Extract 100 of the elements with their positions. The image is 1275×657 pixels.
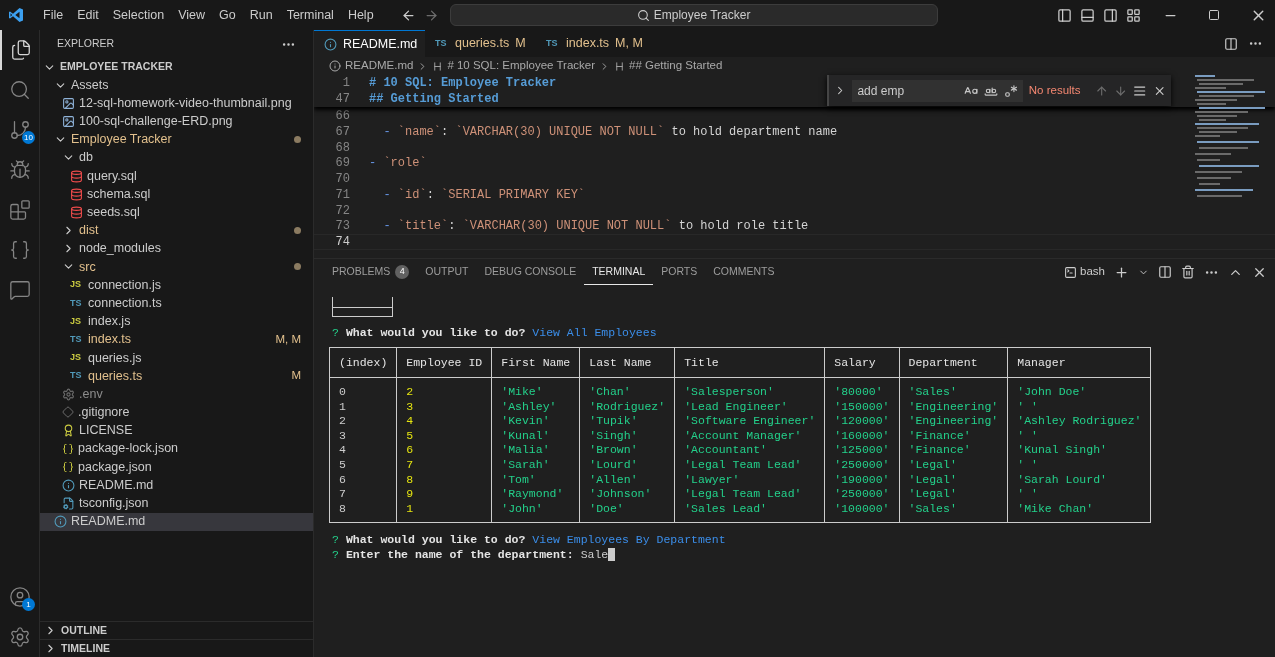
panel-tab[interactable]: COMMENTS <box>705 259 783 285</box>
table-cell: 5 <box>329 457 397 473</box>
menu-item[interactable]: File <box>36 5 71 25</box>
arrow-up-icon[interactable] <box>1094 83 1108 98</box>
column-header: (index) <box>329 347 397 378</box>
table-cell: 1 <box>396 501 492 523</box>
trash-icon[interactable] <box>1181 265 1195 279</box>
add-icon[interactable] <box>1114 264 1129 280</box>
forward-arrow-icon[interactable] <box>423 7 439 23</box>
table-cell: '150000' <box>824 399 899 415</box>
layout-icon[interactable] <box>1126 7 1141 23</box>
split-editor-icon[interactable] <box>1224 36 1238 51</box>
panel-tab[interactable]: TERMINAL <box>584 259 654 285</box>
tree-item[interactable]: query.sql <box>40 166 313 186</box>
menu-item[interactable]: Help <box>340 5 381 25</box>
tree-item[interactable]: TS connection.ts <box>40 294 313 313</box>
tree-item[interactable]: README.md <box>40 476 313 495</box>
menu-item[interactable]: Selection <box>105 5 172 25</box>
menu-item[interactable]: Go <box>212 5 243 25</box>
tree-item[interactable]: TS index.ts M, M <box>40 330 313 349</box>
panel-tab[interactable]: PORTS <box>653 259 706 285</box>
image-icon <box>62 96 75 110</box>
diamond-icon <box>62 406 74 419</box>
tree-item[interactable]: .env <box>40 385 313 404</box>
workspace-title[interactable]: EMPLOYEE TRACKER <box>60 59 173 75</box>
panel-right-icon[interactable] <box>1103 7 1118 23</box>
chat-icon[interactable] <box>9 279 31 301</box>
image-icon <box>62 114 75 128</box>
menu-item[interactable]: Edit <box>70 5 106 25</box>
column-header: First Name <box>491 347 580 378</box>
tree-item[interactable]: Assets <box>40 76 313 95</box>
section-header[interactable]: OUTLINE <box>40 621 313 639</box>
prompt-mark: ? <box>332 547 339 564</box>
split-icon[interactable] <box>1158 265 1172 279</box>
breadcrumb-item[interactable]: ## Getting Started <box>629 57 723 75</box>
tree-item[interactable]: JS connection.js <box>40 276 313 295</box>
find-input[interactable]: add emp <box>852 79 1023 102</box>
tree-item[interactable]: package.json <box>40 457 313 477</box>
menu-item[interactable]: Run <box>242 5 280 25</box>
database-icon <box>70 205 83 219</box>
ts-icon: TS <box>70 369 84 383</box>
tree-item[interactable]: node_modules <box>40 239 313 258</box>
regex-icon[interactable] <box>1003 83 1018 98</box>
menu-item[interactable]: View <box>171 5 212 25</box>
breadcrumb-item[interactable]: # 10 SQL: Employee Tracker <box>447 57 596 75</box>
tree-item[interactable]: src <box>40 257 313 277</box>
menu-item[interactable]: Terminal <box>279 5 341 25</box>
code-line: - `name`: `VARCHAR(30) UNIQUE NOT NULL` to hold department name <box>382 123 838 141</box>
branch-icon[interactable] <box>9 119 31 141</box>
panel-tab[interactable]: DEBUG CONSOLE <box>476 259 585 285</box>
tree-item[interactable]: TS queries.ts M <box>40 367 313 386</box>
tree-item[interactable]: 12-sql-homework-video-thumbnail.png <box>40 94 313 113</box>
braces-icon[interactable] <box>9 239 31 261</box>
table-cell: ' ' <box>1007 457 1151 473</box>
panel-bottom-icon[interactable] <box>1080 7 1095 23</box>
settings-icon[interactable] <box>9 626 31 648</box>
section-header[interactable]: TIMELINE <box>40 639 313 657</box>
tree-item[interactable]: schema.sql <box>40 185 313 204</box>
tree-item[interactable]: JS index.js <box>40 312 313 331</box>
editor-tab[interactable]: README.md <box>314 30 425 57</box>
maximize-icon[interactable] <box>1208 9 1220 21</box>
table-cell: 'Legal' <box>899 457 1008 473</box>
tree-item[interactable]: README.md <box>40 512 313 531</box>
tree-item[interactable]: .gitignore <box>40 403 313 422</box>
tree-item[interactable]: LICENSE <box>40 421 313 440</box>
blocks-icon[interactable] <box>9 199 31 221</box>
table-cell: 4 <box>396 414 492 429</box>
tree-item[interactable]: tsconfig.json <box>40 494 313 513</box>
back-arrow-icon[interactable] <box>400 7 416 23</box>
tree-item[interactable]: JS queries.js <box>40 348 313 367</box>
panel-tab[interactable]: OUTPUT <box>417 259 477 285</box>
panel-left-icon[interactable] <box>1057 7 1072 23</box>
search-icon[interactable] <box>9 79 31 101</box>
prompt-mark: ? <box>332 532 339 549</box>
table-cell: 'John Doe' <box>1007 377 1151 400</box>
tree-item[interactable]: db <box>40 148 313 167</box>
terminal-input[interactable]: Sale <box>580 546 616 564</box>
tree-item[interactable]: Employee Tracker <box>40 130 313 149</box>
tree-item[interactable]: seeds.sql <box>40 203 313 222</box>
lines-icon[interactable] <box>1133 83 1147 98</box>
bug-icon[interactable] <box>9 159 31 181</box>
command-center[interactable]: Employee Tracker <box>449 4 938 26</box>
terminal-shell-selector[interactable]: bash <box>1080 263 1105 281</box>
table-border-fragment <box>332 297 393 317</box>
table-cell: 'Legal Team Lead' <box>674 487 825 502</box>
files-icon[interactable] <box>10 39 32 61</box>
file-name: 100-sql-challenge-ERD.png <box>79 113 234 131</box>
file-name: db <box>79 149 94 167</box>
line-number: 69 <box>334 155 350 173</box>
tree-item[interactable]: dist <box>40 221 313 240</box>
tree-item[interactable]: package-lock.json <box>40 439 313 458</box>
column-header: Salary <box>824 347 899 378</box>
braces-icon <box>62 442 74 455</box>
line-number: 74 <box>334 234 350 252</box>
file-name: connection.ts <box>88 294 163 312</box>
panel-tab[interactable]: PROBLEMS 4 <box>324 259 418 285</box>
tree-item[interactable]: 100-sql-challenge-ERD.png <box>40 112 313 131</box>
breadcrumb-item[interactable]: README.md <box>345 57 414 75</box>
code-line: - `role` <box>369 155 427 173</box>
file-name: README.md <box>79 476 155 494</box>
